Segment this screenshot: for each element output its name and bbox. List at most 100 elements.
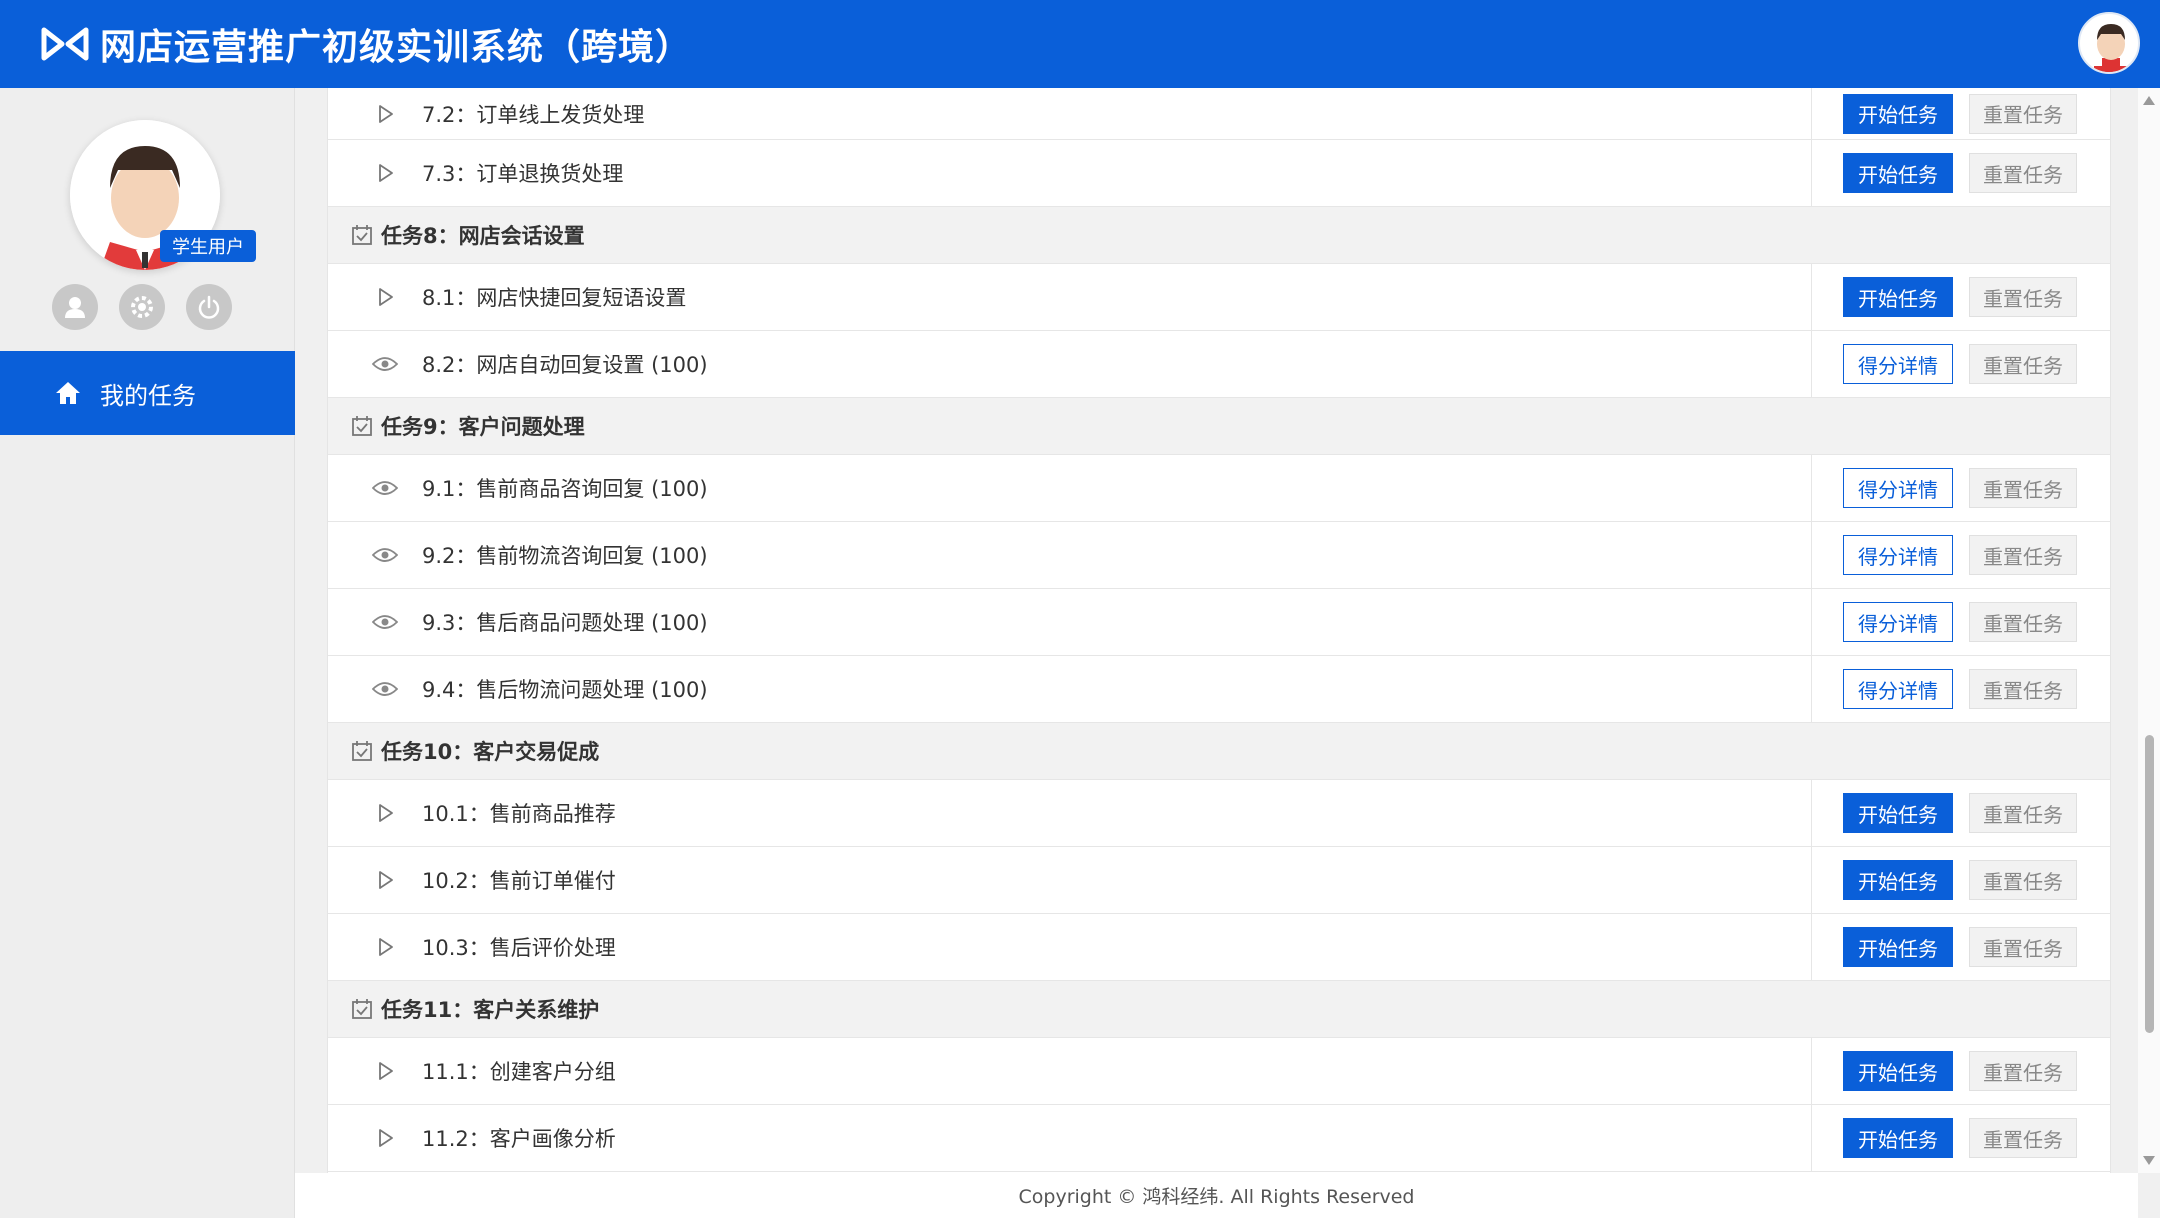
calendar-check-icon	[346, 735, 378, 767]
column-divider	[1811, 1038, 1812, 1104]
avatar-icon	[2094, 24, 2128, 72]
start-task-button[interactable]: 开始任务	[1843, 93, 1953, 134]
app-title: 网店运营推广初级实训系统（跨境）	[100, 27, 693, 68]
start-task-button[interactable]: 开始任务	[1843, 793, 1953, 833]
scrollbar-thumb[interactable]	[2145, 735, 2154, 1033]
score-detail-button[interactable]: 得分详情	[1843, 468, 1953, 508]
task-group-title: 任务10：客户交易促成	[381, 740, 600, 764]
play-icon	[369, 864, 401, 896]
task-row: 9.4：售后物流问题处理 (100) 得分详情 重置任务	[328, 656, 2110, 723]
reset-task-button[interactable]: 重置任务	[1969, 153, 2077, 193]
nav-my-tasks[interactable]: 我的任务	[0, 351, 295, 435]
column-divider	[1811, 88, 1812, 139]
reset-task-button[interactable]: 重置任务	[1969, 860, 2077, 900]
score-detail-button[interactable]: 得分详情	[1843, 669, 1953, 709]
start-task-button[interactable]: 开始任务	[1843, 153, 1953, 193]
start-task-button[interactable]: 开始任务	[1843, 1118, 1953, 1158]
gear-icon	[131, 296, 153, 318]
column-divider	[1811, 140, 1812, 206]
copyright-text: Copyright © 鸿科经纬. All Rights Reserved	[1018, 1186, 1415, 1208]
column-divider	[1811, 780, 1812, 846]
task-label: 7.3：订单退换货处理	[422, 162, 624, 186]
score-detail-button[interactable]: 得分详情	[1843, 535, 1953, 575]
task-row: 8.2：网店自动回复设置 (100) 得分详情 重置任务	[328, 331, 2110, 398]
task-list: 7.2：订单线上发货处理 开始任务 重置任务 7.3：订单退换货处理 开始任务 重置任务任…	[327, 88, 2111, 1173]
task-row: 9.2：售前物流咨询回复 (100) 得分详情 重置任务	[328, 522, 2110, 589]
calendar-check-icon	[346, 993, 378, 1025]
column-divider	[1811, 847, 1812, 913]
column-divider	[1811, 331, 1812, 397]
reset-task-button[interactable]: 重置任务	[1969, 277, 2077, 317]
task-group-header: 任务8：网店会话设置	[328, 207, 2110, 264]
task-row: 7.3：订单退换货处理 开始任务 重置任务	[328, 140, 2110, 207]
profile-button[interactable]	[52, 284, 98, 330]
user-avatar-top[interactable]	[2078, 12, 2140, 74]
start-task-button[interactable]: 开始任务	[1843, 860, 1953, 900]
logout-button[interactable]	[186, 284, 232, 330]
start-task-button[interactable]: 开始任务	[1843, 277, 1953, 317]
task-group-header: 任务9：客户问题处理	[328, 398, 2110, 455]
task-label: 11.2：客户画像分析	[422, 1127, 616, 1151]
eye-icon	[369, 673, 401, 705]
play-icon	[369, 98, 401, 130]
task-group-header: 任务10：客户交易促成	[328, 723, 2110, 780]
scrollbar[interactable]	[2138, 88, 2160, 1173]
top-bar: 网店运营推广初级实训系统（跨境）	[0, 0, 2160, 88]
task-group-title: 任务9：客户问题处理	[381, 415, 585, 439]
role-badge: 学生用户	[160, 230, 256, 262]
logo-icon	[41, 27, 89, 61]
column-divider	[1811, 522, 1812, 588]
reset-task-button[interactable]: 重置任务	[1969, 927, 2077, 967]
task-row: 9.1：售前商品咨询回复 (100) 得分详情 重置任务	[328, 455, 2110, 522]
power-icon	[198, 295, 220, 319]
reset-task-button[interactable]: 重置任务	[1969, 1118, 2077, 1158]
task-row: 10.1：售前商品推荐 开始任务 重置任务	[328, 780, 2110, 847]
settings-button[interactable]	[119, 284, 165, 330]
score-detail-button[interactable]: 得分详情	[1843, 344, 1953, 384]
reset-task-button[interactable]: 重置任务	[1969, 1051, 2077, 1091]
task-row: 8.1：网店快捷回复短语设置 开始任务 重置任务	[328, 264, 2110, 331]
task-row: 10.3：售后评价处理 开始任务 重置任务	[328, 914, 2110, 981]
column-divider	[1811, 914, 1812, 980]
nav-my-tasks-label: 我的任务	[100, 381, 196, 410]
user-icon	[65, 297, 85, 318]
scroll-up-arrow-icon[interactable]	[2143, 96, 2155, 105]
calendar-check-icon	[346, 410, 378, 442]
play-icon	[369, 1122, 401, 1154]
start-task-button[interactable]: 开始任务	[1843, 927, 1953, 967]
reset-task-button[interactable]: 重置任务	[1969, 344, 2077, 384]
task-row: 7.2：订单线上发货处理 开始任务 重置任务	[328, 88, 2110, 140]
task-label: 9.2：售前物流咨询回复 (100)	[422, 544, 708, 568]
reset-task-button[interactable]: 重置任务	[1969, 602, 2077, 642]
start-task-button[interactable]: 开始任务	[1843, 1051, 1953, 1091]
task-label: 11.1：创建客户分组	[422, 1060, 616, 1084]
reset-task-button[interactable]: 重置任务	[1969, 468, 2077, 508]
task-group-title: 任务8：网店会话设置	[381, 224, 585, 248]
task-label: 7.2：订单线上发货处理	[422, 102, 645, 127]
score-detail-button[interactable]: 得分详情	[1843, 602, 1953, 642]
home-icon	[56, 382, 80, 404]
column-divider	[1811, 1105, 1812, 1171]
task-group-title: 任务11：客户关系维护	[381, 998, 600, 1022]
footer: Copyright © 鸿科经纬. All Rights Reserved	[295, 1173, 2138, 1218]
sidebar: 学生用户 我的任务	[0, 88, 295, 1218]
reset-task-button[interactable]: 重置任务	[1969, 793, 2077, 833]
eye-icon	[369, 539, 401, 571]
reset-task-button[interactable]: 重置任务	[1969, 535, 2077, 575]
task-label: 8.2：网店自动回复设置 (100)	[422, 353, 708, 377]
column-divider	[1811, 589, 1812, 655]
task-label: 10.3：售后评价处理	[422, 936, 616, 960]
scroll-down-arrow-icon[interactable]	[2143, 1156, 2155, 1165]
task-row: 9.3：售后商品问题处理 (100) 得分详情 重置任务	[328, 589, 2110, 656]
play-icon	[369, 157, 401, 189]
task-label: 9.4：售后物流问题处理 (100)	[422, 678, 708, 702]
column-divider	[1811, 656, 1812, 722]
reset-task-button[interactable]: 重置任务	[1969, 93, 2077, 134]
reset-task-button[interactable]: 重置任务	[1969, 669, 2077, 709]
play-icon	[369, 931, 401, 963]
task-group-header: 任务11：客户关系维护	[328, 981, 2110, 1038]
sidebar-icon-group	[52, 284, 232, 330]
task-label: 10.2：售前订单催付	[422, 869, 616, 893]
task-label: 9.1：售前商品咨询回复 (100)	[422, 477, 708, 501]
play-icon	[369, 797, 401, 829]
